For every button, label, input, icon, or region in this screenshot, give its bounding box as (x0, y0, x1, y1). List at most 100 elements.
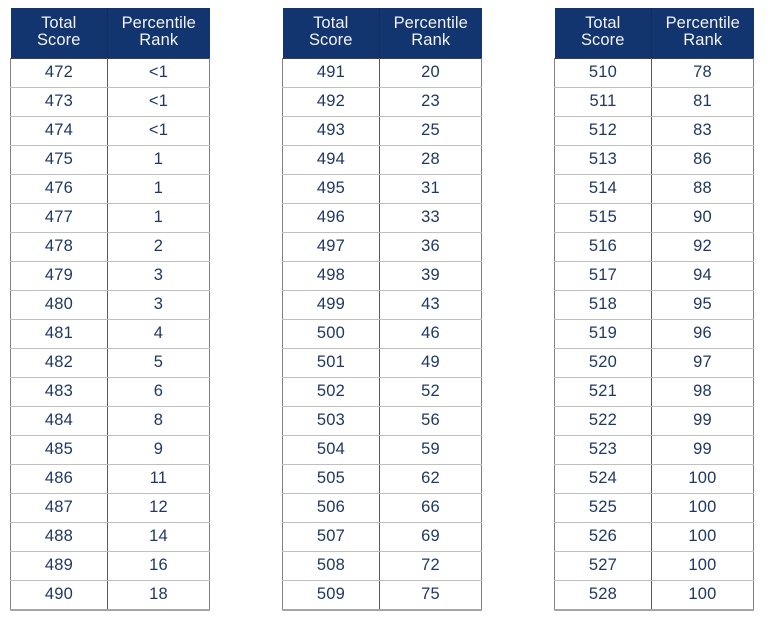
cell-total-score: 481 (10, 318, 108, 349)
column-header-total-score-line2: Score (308, 31, 353, 50)
cell-percentile-rank: 88 (651, 173, 754, 204)
table-row: 482 5 (10, 347, 210, 378)
table-row: 506 66 (282, 492, 482, 523)
cell-percentile-rank: 25 (379, 115, 482, 146)
table-row: 511 81 (554, 86, 754, 117)
table-row: 480 3 (10, 289, 210, 320)
cell-total-score: 492 (282, 86, 380, 117)
cell-percentile-rank: 75 (379, 579, 482, 611)
cell-total-score: 516 (554, 231, 652, 262)
cell-total-score: 506 (282, 492, 380, 523)
cell-total-score: 512 (554, 115, 652, 146)
cell-total-score: 503 (282, 405, 380, 436)
table-row: 496 33 (282, 202, 482, 233)
cell-percentile-rank: 49 (379, 347, 482, 378)
cell-total-score: 500 (282, 318, 380, 349)
cell-percentile-rank: 6 (107, 376, 210, 407)
table-row: 472 <1 (10, 57, 210, 88)
cell-total-score: 519 (554, 318, 652, 349)
cell-percentile-rank: 4 (107, 318, 210, 349)
cell-total-score: 517 (554, 260, 652, 291)
table-row: 494 28 (282, 144, 482, 175)
table-row: 484 8 (10, 405, 210, 436)
header-row: Total Score Percentile Rank (282, 8, 482, 59)
table-row: 474 <1 (10, 115, 210, 146)
column-header-total-score-line2: Score (36, 31, 81, 50)
table-row: 473 <1 (10, 86, 210, 117)
header-row: Total Score Percentile Rank (10, 8, 210, 59)
cell-percentile-rank: 3 (107, 289, 210, 320)
cell-total-score: 507 (282, 521, 380, 552)
table-row: 515 90 (554, 202, 754, 233)
table-row: 486 11 (10, 463, 210, 494)
table-row: 521 98 (554, 376, 754, 407)
score-percentile-table-1: Total Score Percentile Rank 472 <1 473 <1 474 <1 4… (10, 8, 210, 611)
cell-total-score: 521 (554, 376, 652, 407)
table-row: 481 4 (10, 318, 210, 349)
table-row: 525 100 (554, 492, 754, 523)
column-header-percentile-rank: Percentile Rank (107, 8, 210, 59)
table-row: 528 100 (554, 579, 754, 611)
cell-total-score: 528 (554, 579, 652, 611)
cell-percentile-rank: 14 (107, 521, 210, 552)
cell-total-score: 496 (282, 202, 380, 233)
table-row: 518 95 (554, 289, 754, 320)
table-row: 495 31 (282, 173, 482, 204)
cell-total-score: 495 (282, 173, 380, 204)
cell-total-score: 523 (554, 434, 652, 465)
cell-percentile-rank: 33 (379, 202, 482, 233)
table-row: 487 12 (10, 492, 210, 523)
cell-percentile-rank: 78 (651, 57, 754, 88)
cell-percentile-rank: 72 (379, 550, 482, 581)
cell-total-score: 474 (10, 115, 108, 146)
table-header: Total Score Percentile Rank (282, 8, 482, 59)
cell-total-score: 478 (10, 231, 108, 262)
table-row: 491 20 (282, 57, 482, 88)
cell-percentile-rank: 100 (651, 521, 754, 552)
table-header: Total Score Percentile Rank (10, 8, 210, 59)
table-row: 522 99 (554, 405, 754, 436)
cell-percentile-rank: 2 (107, 231, 210, 262)
table-body: 472 <1 473 <1 474 <1 475 1 476 1 477 1 478 2 479 3 480 3 4… (10, 57, 210, 611)
cell-percentile-rank: 100 (651, 579, 754, 611)
cell-percentile-rank: 90 (651, 202, 754, 233)
cell-total-score: 493 (282, 115, 380, 146)
cell-percentile-rank: 100 (651, 492, 754, 523)
cell-percentile-rank: 1 (107, 144, 210, 175)
cell-percentile-rank: 12 (107, 492, 210, 523)
cell-total-score: 518 (554, 289, 652, 320)
table-row: 507 69 (282, 521, 482, 552)
cell-total-score: 472 (10, 57, 108, 88)
table-row: 514 88 (554, 173, 754, 204)
cell-total-score: 475 (10, 144, 108, 175)
table-row: 510 78 (554, 57, 754, 88)
cell-percentile-rank: 46 (379, 318, 482, 349)
table-row: 498 39 (282, 260, 482, 291)
table-row: 526 100 (554, 521, 754, 552)
cell-percentile-rank: 62 (379, 463, 482, 494)
cell-total-score: 526 (554, 521, 652, 552)
cell-percentile-rank: 95 (651, 289, 754, 320)
cell-total-score: 527 (554, 550, 652, 581)
cell-percentile-rank: 94 (651, 260, 754, 291)
table-row: 524 100 (554, 463, 754, 494)
cell-total-score: 490 (10, 579, 108, 611)
table-row: 478 2 (10, 231, 210, 262)
cell-total-score: 505 (282, 463, 380, 494)
score-conversion-tables-container: Total Score Percentile Rank 472 <1 473 <1 474 <1 4… (0, 0, 782, 630)
table-row: 485 9 (10, 434, 210, 465)
column-header-total-score-line1: Total (313, 14, 349, 32)
cell-percentile-rank: 59 (379, 434, 482, 465)
cell-total-score: 513 (554, 144, 652, 175)
cell-total-score: 485 (10, 434, 108, 465)
cell-total-score: 476 (10, 173, 108, 204)
table-row: 523 99 (554, 434, 754, 465)
cell-percentile-rank: 1 (107, 202, 210, 233)
cell-total-score: 477 (10, 202, 108, 233)
cell-total-score: 498 (282, 260, 380, 291)
cell-percentile-rank: 36 (379, 231, 482, 262)
table-row: 476 1 (10, 173, 210, 204)
cell-total-score: 487 (10, 492, 108, 523)
column-header-percentile-rank: Percentile Rank (379, 8, 482, 59)
cell-percentile-rank: 18 (107, 579, 210, 611)
